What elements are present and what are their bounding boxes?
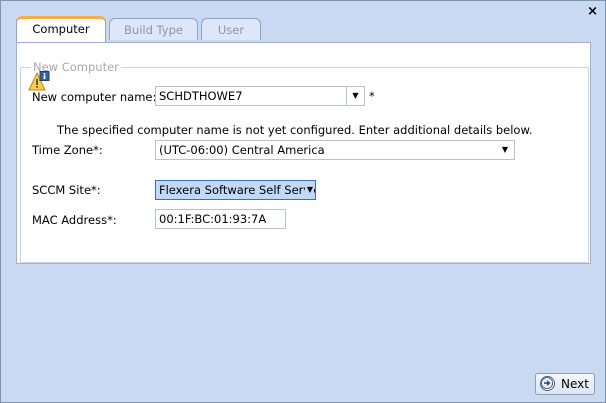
close-icon[interactable]: ×	[587, 4, 598, 19]
wizard-window: × Computer Build Type User New Computer …	[0, 0, 606, 403]
next-button-label: Next	[561, 377, 589, 391]
mac-address-label: MAC Address*:	[32, 213, 117, 227]
computer-name-label: New computer name:	[32, 90, 157, 104]
sccm-site-label: SCCM Site*:	[32, 183, 101, 197]
chevron-down-icon[interactable]: ▼	[346, 87, 364, 105]
time-zone-dropdown[interactable]: (UTC-06:00) Central America ▼	[155, 140, 515, 160]
warning-icon	[28, 71, 50, 91]
next-arrow-icon	[540, 376, 555, 391]
next-button[interactable]: Next	[535, 373, 595, 395]
time-zone-value: (UTC-06:00) Central America	[159, 143, 325, 157]
computer-name-combobox[interactable]: SCHDTHOWE7 ▼	[155, 86, 365, 106]
mac-address-value: 00:1F:BC:01:93:7A	[159, 212, 267, 226]
mac-address-input[interactable]: 00:1F:BC:01:93:7A	[155, 209, 286, 229]
warning-text: The specified computer name is not yet c…	[57, 123, 533, 137]
tab-user[interactable]: User	[201, 18, 261, 40]
time-zone-label: Time Zone*:	[32, 143, 103, 157]
tab-computer[interactable]: Computer	[16, 16, 106, 42]
required-marker: *	[369, 89, 375, 103]
sccm-site-dropdown[interactable]: Flexera Software Self Service ▼	[155, 180, 316, 200]
sccm-site-value: Flexera Software Self Service	[159, 183, 316, 197]
chevron-down-icon: ▼	[304, 181, 313, 199]
tab-build-type[interactable]: Build Type	[109, 18, 198, 40]
computer-panel: New Computer New computer name: SCHDTHOW…	[16, 42, 591, 264]
computer-name-value: SCHDTHOWE7	[159, 89, 243, 103]
chevron-down-icon: ▼	[501, 145, 508, 154]
